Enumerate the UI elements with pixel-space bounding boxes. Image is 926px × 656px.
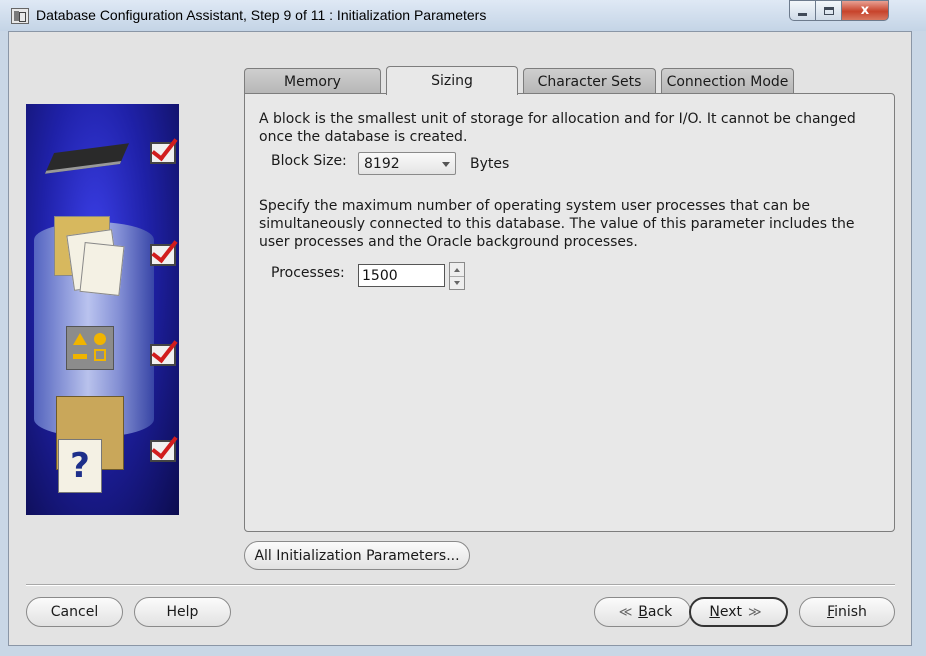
checkmark-icon xyxy=(150,142,176,164)
close-icon: x xyxy=(860,3,870,18)
memory-chip-icon xyxy=(44,143,130,174)
finish-label: Finish xyxy=(827,604,867,620)
checkmark-icon xyxy=(150,244,176,266)
next-button[interactable]: Next ≫ xyxy=(689,597,788,627)
block-size-select[interactable]: 8192 xyxy=(358,152,456,175)
maximize-icon xyxy=(823,6,834,15)
block-size-value: 8192 xyxy=(364,156,400,172)
processes-input[interactable] xyxy=(358,264,445,287)
arrow-up-icon xyxy=(454,267,460,272)
chevron-down-icon xyxy=(442,162,450,167)
back-button[interactable]: ≪ Back xyxy=(594,597,691,627)
shapes-icon xyxy=(66,326,114,370)
spinner-down-button[interactable] xyxy=(450,276,464,289)
close-button[interactable]: x xyxy=(841,0,889,21)
block-size-unit: Bytes xyxy=(470,156,510,172)
maximize-button[interactable] xyxy=(815,0,842,21)
next-label: Next xyxy=(709,604,743,620)
document-icon xyxy=(79,242,125,296)
checkmark-icon xyxy=(150,344,176,366)
spinner-up-button[interactable] xyxy=(450,263,464,277)
chevron-left-icon: ≪ xyxy=(618,604,633,620)
processes-label: Processes: xyxy=(271,265,345,281)
all-initialization-parameters-button[interactable]: All Initialization Parameters... xyxy=(244,541,470,570)
tab-connection-mode[interactable]: Connection Mode xyxy=(661,68,794,94)
wizard-side-illustration: ? xyxy=(26,104,179,515)
window-title: Database Configuration Assistant, Step 9… xyxy=(36,7,487,23)
title-bar: Database Configuration Assistant, Step 9… xyxy=(0,0,926,31)
processes-description: Specify the maximum number of operating … xyxy=(259,198,855,250)
checkmark-icon xyxy=(150,440,176,462)
block-size-label: Block Size: xyxy=(271,153,347,169)
minimize-icon xyxy=(798,12,807,16)
block-size-description: A block is the smallest unit of storage … xyxy=(259,111,856,145)
app-icon xyxy=(11,8,29,24)
help-button[interactable]: Help xyxy=(134,597,231,627)
tab-character-sets[interactable]: Character Sets xyxy=(523,68,656,94)
question-document-icon: ? xyxy=(58,439,102,493)
arrow-down-icon xyxy=(454,280,460,285)
chevron-right-icon: ≫ xyxy=(748,604,762,620)
cancel-button[interactable]: Cancel xyxy=(26,597,123,627)
back-label: Back xyxy=(638,604,673,620)
tab-memory[interactable]: Memory xyxy=(244,68,381,94)
minimize-button[interactable] xyxy=(789,0,816,21)
tab-sizing[interactable]: Sizing xyxy=(386,66,518,95)
separator xyxy=(26,584,895,586)
finish-button[interactable]: Finish xyxy=(799,597,895,627)
processes-spinner[interactable] xyxy=(449,262,465,290)
